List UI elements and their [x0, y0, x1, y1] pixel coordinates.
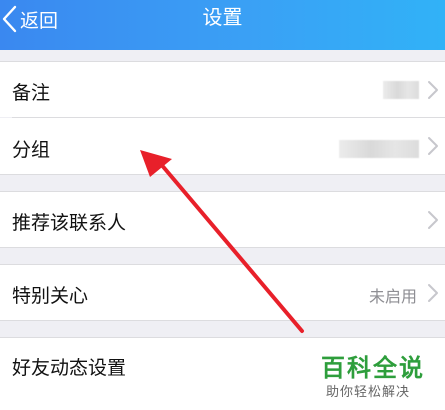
watermark-slogan: 助你轻松解决: [326, 385, 411, 400]
row-special-care[interactable]: 特别关心 未启用: [0, 265, 445, 320]
divider: [0, 174, 445, 175]
watermark-logo-text: 百科全说: [321, 354, 425, 382]
row-friend-feed-settings-label: 好友动态设置: [12, 357, 127, 379]
navbar: 返回 设置: [0, 0, 445, 50]
row-special-care-label: 特别关心: [12, 285, 89, 307]
row-recommend-contact-label: 推荐该联系人: [12, 212, 127, 234]
page-title: 设置: [202, 5, 243, 29]
divider: [0, 320, 445, 321]
chevron-right-icon: [427, 210, 439, 230]
chevron-right-icon: [427, 136, 439, 156]
group-value-redacted: [339, 140, 419, 158]
row-group-label: 分组: [12, 139, 51, 161]
remark-value-redacted: [383, 81, 419, 99]
special-care-status: 未启用: [368, 287, 417, 306]
row-recommend-contact[interactable]: 推荐该联系人: [0, 192, 445, 247]
divider: [0, 247, 445, 248]
row-remark-label: 备注: [12, 82, 51, 104]
chevron-right-icon: [427, 283, 439, 303]
chevron-right-icon: [427, 80, 439, 100]
row-remark[interactable]: 备注: [0, 62, 445, 117]
row-group[interactable]: 分组: [0, 118, 445, 174]
